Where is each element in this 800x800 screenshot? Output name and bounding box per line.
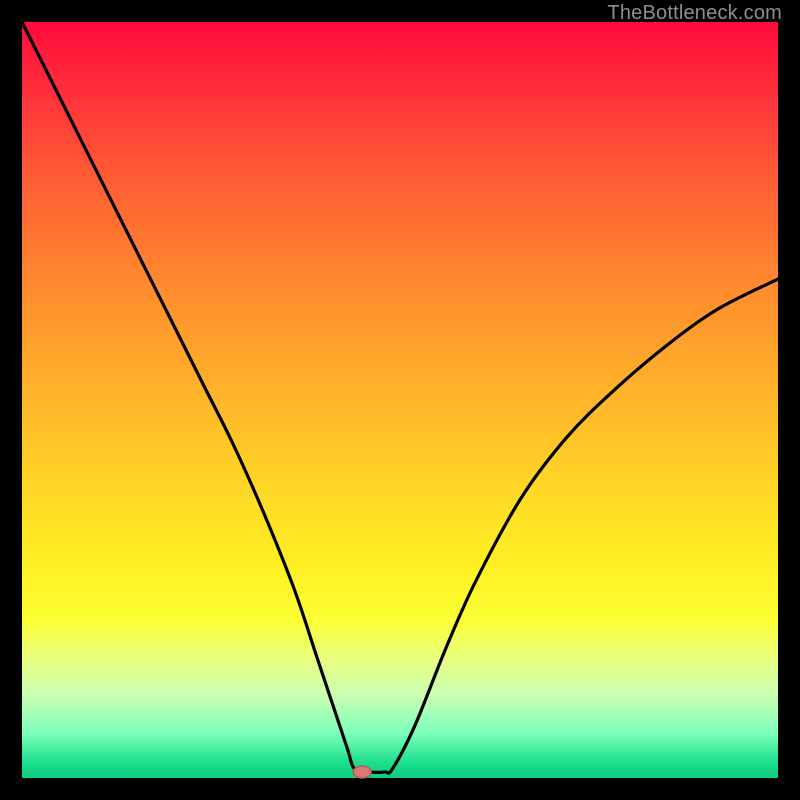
plot-area [22, 22, 778, 778]
min-marker [353, 766, 371, 778]
chart-frame: TheBottleneck.com [0, 0, 800, 800]
chart-svg [22, 22, 778, 778]
bottleneck-curve [22, 22, 778, 773]
